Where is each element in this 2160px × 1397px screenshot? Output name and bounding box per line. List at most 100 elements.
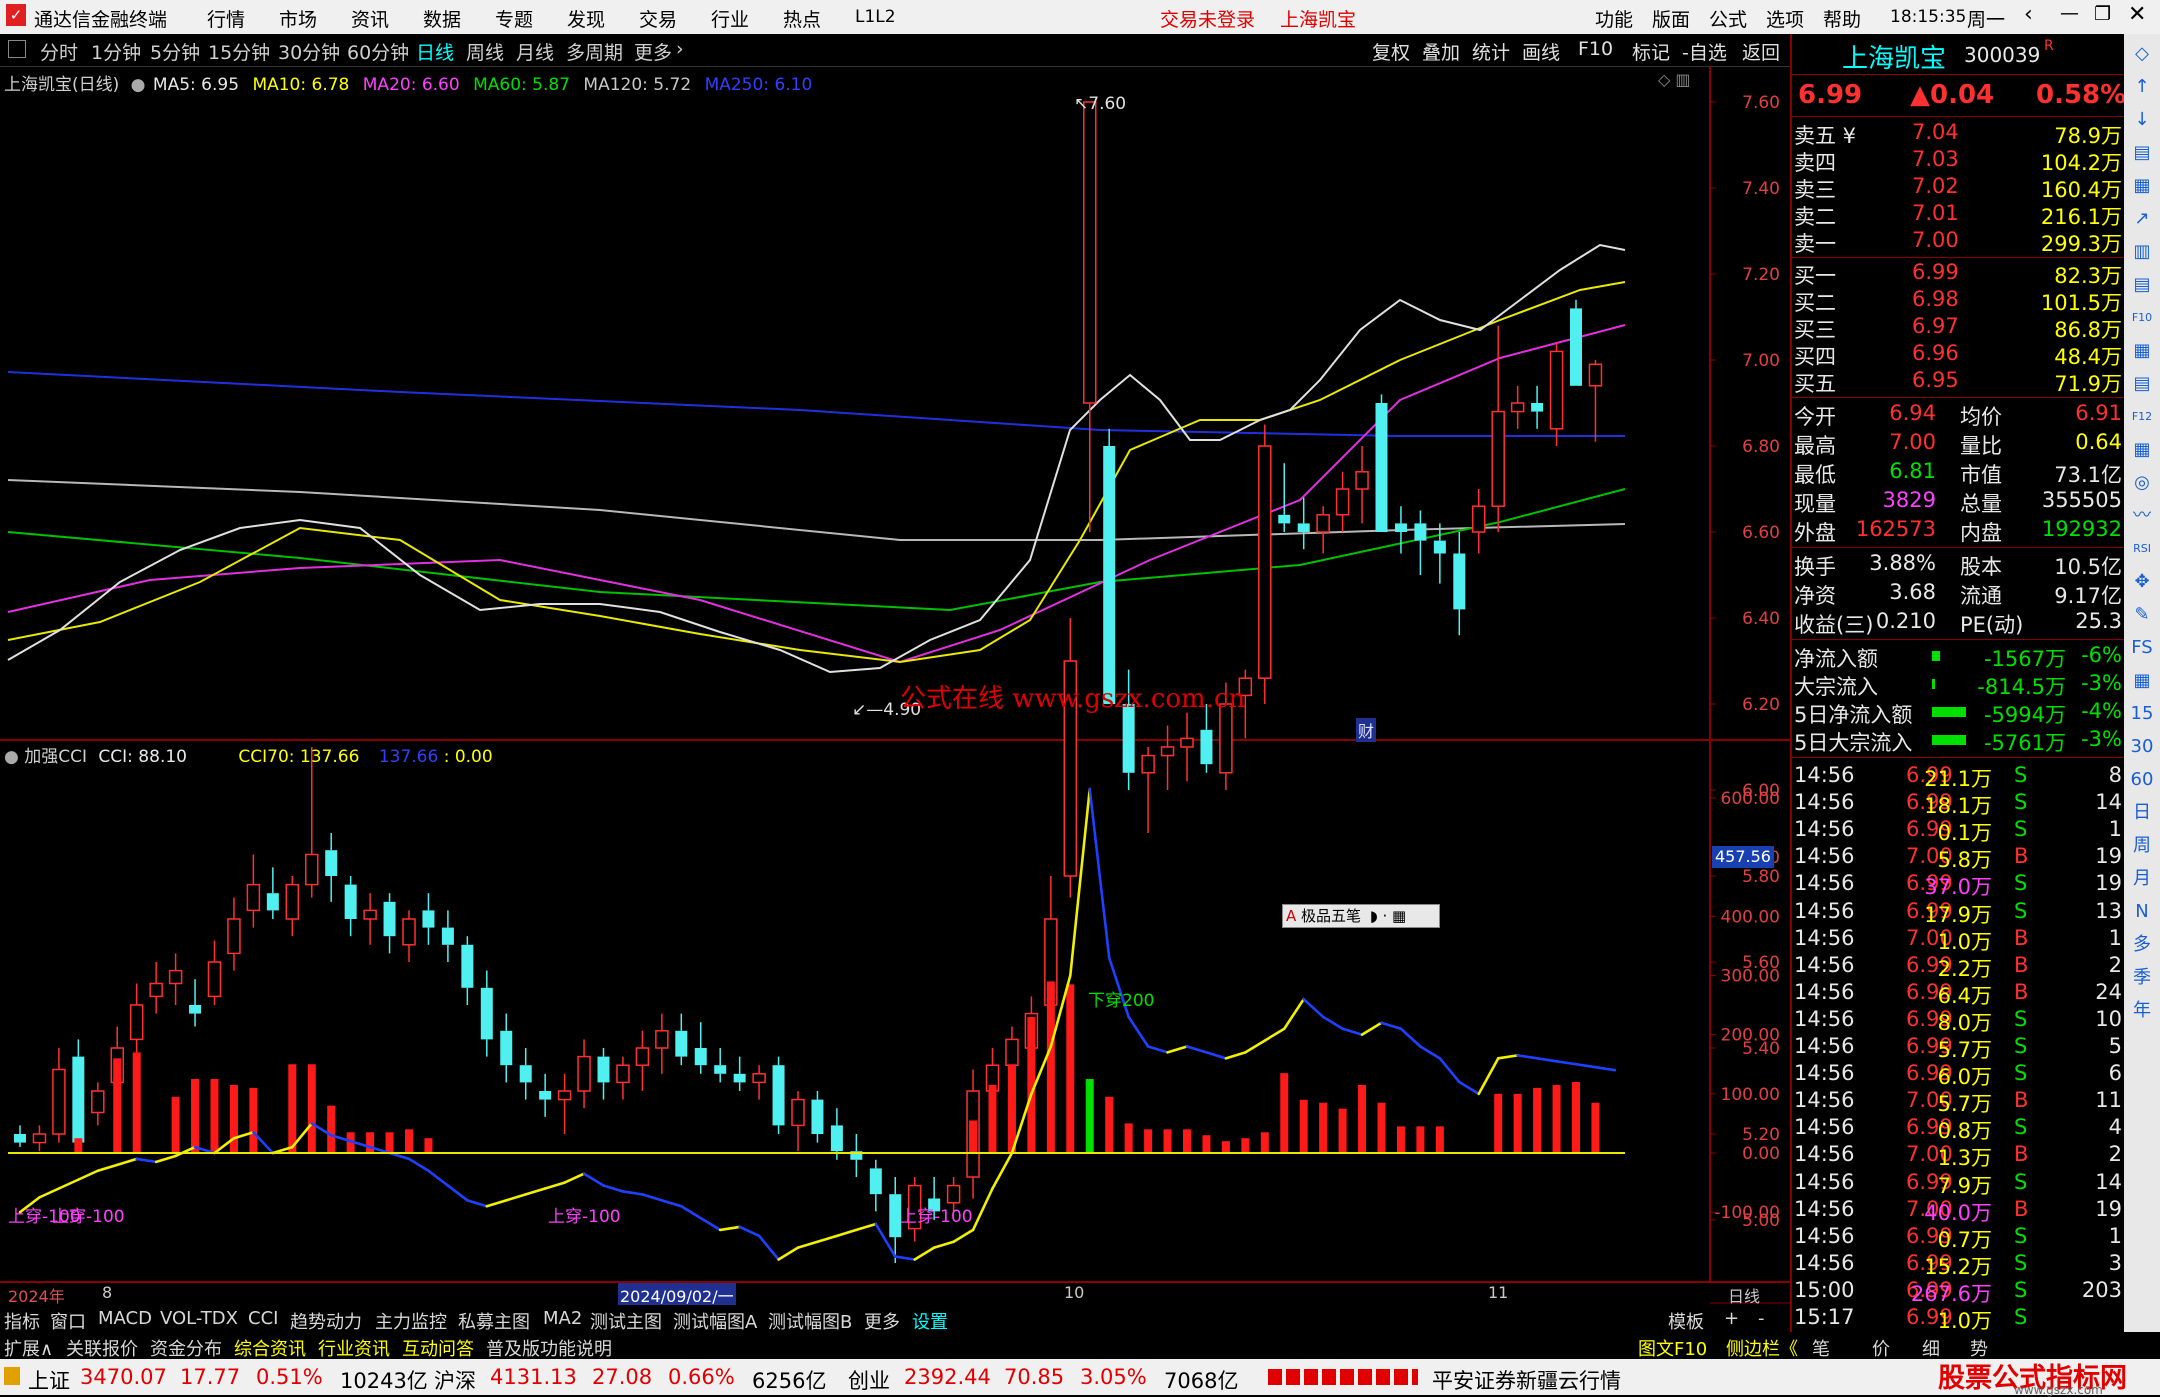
toolstrip-button[interactable]: ↑ <box>2130 75 2154 99</box>
ime-toolbar[interactable]: A 极品五笔 ◗ · ▦ <box>1282 904 1440 928</box>
finance-marker[interactable]: 财 <box>1356 718 1377 742</box>
toolstrip-button[interactable]: 季 <box>2130 966 2154 990</box>
toolstrip-button[interactable]: ▤ <box>2130 141 2154 165</box>
toolstrip-button[interactable]: ▦ <box>2130 669 2154 693</box>
toolstrip-button[interactable]: ▦ <box>2130 174 2154 198</box>
toolstrip-button[interactable]: 日 <box>2130 801 2154 825</box>
period-monthly[interactable]: 月线 <box>516 38 554 65</box>
btn-fanhui[interactable]: 返回 <box>1742 38 1780 65</box>
btn-zixuan[interactable]: -自选 <box>1682 38 1727 65</box>
btn-fuquan[interactable]: 复权 <box>1372 38 1410 65</box>
menu-faxian[interactable]: 发现 <box>567 5 605 32</box>
toolstrip-button[interactable]: ◎ <box>2130 471 2154 495</box>
order-row-buy[interactable]: 买四 6.96 48.4万 <box>1792 341 2126 369</box>
index-sh-name[interactable]: 上证 <box>28 1365 70 1395</box>
tab-shezhi[interactable]: 设置 <box>912 1308 948 1334</box>
toolstrip-button[interactable]: 〰 <box>2130 504 2154 528</box>
toolstrip-button[interactable]: ✥ <box>2130 570 2154 594</box>
tab-zhibiao[interactable]: 指标 <box>4 1308 40 1334</box>
tab-cebianlan[interactable]: 侧边栏《 <box>1726 1335 1798 1361</box>
tab-cci[interactable]: CCI <box>248 1308 278 1329</box>
period-fenshi[interactable]: 分时 <box>40 38 78 65</box>
date-axis-period[interactable]: 日线 <box>1728 1283 1760 1307</box>
menu-redian[interactable]: 热点 <box>783 5 821 32</box>
toolstrip-button[interactable]: ↓ <box>2130 108 2154 132</box>
toolstrip-button[interactable]: 周 <box>2130 834 2154 858</box>
menu-bangzhu[interactable]: 帮助 <box>1823 5 1861 32</box>
zoom-in-button[interactable]: + <box>1724 1308 1739 1329</box>
toolstrip-button[interactable]: ✎ <box>2130 603 2154 627</box>
close-icon[interactable]: ✕ <box>2128 2 2146 27</box>
chevron-right-icon[interactable]: › <box>676 38 684 60</box>
order-row-buy[interactable]: 买三 6.97 86.8万 <box>1792 314 2126 342</box>
btn-huaxian[interactable]: 画线 <box>1522 38 1560 65</box>
period-60min[interactable]: 60分钟 <box>347 38 409 65</box>
tab-chuangkou[interactable]: 窗口 <box>50 1308 86 1334</box>
menu-gongshi[interactable]: 公式 <box>1709 5 1747 32</box>
toolstrip-button[interactable]: ▦ <box>2130 339 2154 363</box>
tab-hangyezixun[interactable]: 行业资讯 <box>318 1335 390 1361</box>
period-more[interactable]: 更多 <box>634 38 672 65</box>
menu-shichang[interactable]: 市场 <box>279 5 317 32</box>
toolstrip-button[interactable]: ▤ <box>2130 273 2154 297</box>
tab-zhulijiankong[interactable]: 主力监控 <box>375 1308 447 1334</box>
menu-xuanxiang[interactable]: 选项 <box>1766 5 1804 32</box>
toolstrip-button[interactable]: N <box>2130 900 2154 924</box>
tab-simuzhutu[interactable]: 私募主图 <box>458 1308 530 1334</box>
menu-zixun[interactable]: 资讯 <box>351 5 389 32</box>
toolstrip-button[interactable]: 年 <box>2130 999 2154 1023</box>
tab-vol-tdx[interactable]: VOL-TDX <box>160 1308 238 1329</box>
period-30min[interactable]: 30分钟 <box>278 38 340 65</box>
tab-zijinfenbu[interactable]: 资金分布 <box>150 1335 222 1361</box>
back-arrow-icon[interactable]: ‹ <box>2024 2 2033 27</box>
tab-qushidongli[interactable]: 趋势动力 <box>290 1308 362 1334</box>
kline-chart[interactable]: 7.607.407.207.006.806.606.406.206.005.80… <box>0 66 1790 1305</box>
toolstrip-button[interactable]: ▤ <box>2130 372 2154 396</box>
tab-zonghezixun[interactable]: 综合资讯 <box>234 1335 306 1361</box>
menu-hangqing[interactable]: 行情 <box>207 5 245 32</box>
menu-jiaoyi[interactable]: 交易 <box>639 5 677 32</box>
menu-shuju[interactable]: 数据 <box>423 5 461 32</box>
minimize-icon[interactable]: — <box>2060 2 2079 24</box>
broker-name[interactable]: 平安证券新疆云行情 <box>1432 1365 1621 1395</box>
tab-ma2[interactable]: MA2 <box>543 1308 582 1329</box>
period-multi[interactable]: 多周期 <box>566 38 623 65</box>
toolstrip-button[interactable]: ▥ <box>2130 240 2154 264</box>
order-row-sell[interactable]: 卖四 7.03 104.2万 <box>1792 147 2126 175</box>
order-row-sell[interactable]: 卖一 7.00 299.3万 <box>1792 228 2126 256</box>
order-row-sell[interactable]: 卖二 7.01 216.1万 <box>1792 201 2126 229</box>
btn-diejia[interactable]: 叠加 <box>1422 38 1460 65</box>
order-row-buy[interactable]: 买一 6.99 82.3万 <box>1792 260 2126 288</box>
menu-gongneng[interactable]: 功能 <box>1595 5 1633 32</box>
period-weekly[interactable]: 周线 <box>466 38 504 65</box>
tab-kuozhan[interactable]: 扩展∧ <box>4 1335 53 1361</box>
toolstrip-button[interactable]: 多 <box>2130 933 2154 957</box>
tab-ceshifutub[interactable]: 测试幅图B <box>768 1308 852 1334</box>
tab-tuwen-f10[interactable]: 图文F10 <box>1638 1335 1707 1361</box>
order-row-sell[interactable]: 卖三 7.02 160.4万 <box>1792 174 2126 202</box>
order-row-buy[interactable]: 买五 6.95 71.9万 <box>1792 368 2126 396</box>
order-row-buy[interactable]: 买二 6.98 101.5万 <box>1792 287 2126 315</box>
toolstrip-button[interactable]: FS <box>2130 636 2154 660</box>
period-1min[interactable]: 1分钟 <box>91 38 141 65</box>
toolstrip-button[interactable]: F12 <box>2130 405 2154 429</box>
menu-zhuanti[interactable]: 专题 <box>495 5 533 32</box>
tab-ceshizhutu[interactable]: 测试主图 <box>590 1308 662 1334</box>
menu-l1l2[interactable]: L1L2 <box>855 7 896 27</box>
login-status[interactable]: 交易未登录 <box>1160 5 1255 32</box>
layout-toggle-icon[interactable] <box>8 40 26 58</box>
tab-bi[interactable]: 笔 <box>1812 1335 1830 1361</box>
toolstrip-button[interactable]: 15 <box>2130 702 2154 726</box>
tab-hudongwenda[interactable]: 互动问答 <box>402 1335 474 1361</box>
btn-muban[interactable]: 模板 <box>1668 1308 1704 1334</box>
toolstrip-button[interactable]: RSI <box>2130 537 2154 561</box>
tab-pujiban[interactable]: 普及版功能说明 <box>486 1335 612 1361</box>
toolstrip-button[interactable]: ◇ <box>2130 42 2154 66</box>
main-chart-ctrl-icon[interactable]: ◇ ▥ <box>1658 70 1691 89</box>
btn-tongji[interactable]: 统计 <box>1472 38 1510 65</box>
index-hs-name[interactable]: 沪深 <box>434 1365 476 1395</box>
period-daily[interactable]: 日线 <box>416 38 454 65</box>
order-row-sell[interactable]: 卖五 ¥ 7.04 78.9万 <box>1792 120 2126 148</box>
index-cy-name[interactable]: 创业 <box>848 1365 890 1395</box>
ime-options-icon[interactable]: ◗ · ▦ <box>1370 907 1406 925</box>
